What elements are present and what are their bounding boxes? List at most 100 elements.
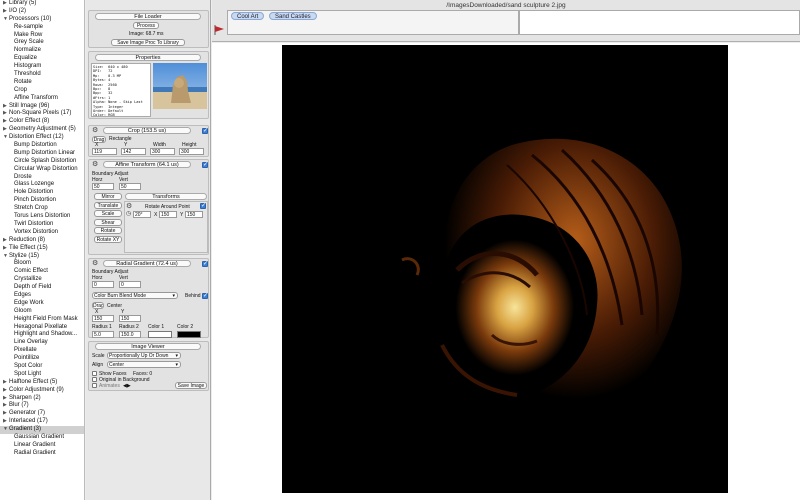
tree-item[interactable]: Histogram [0, 63, 84, 71]
original-bg-checkbox[interactable] [92, 377, 97, 382]
scale-select[interactable]: Proportionally Up Or Down ▾ [107, 352, 181, 359]
tree-item[interactable]: Spot Light [0, 371, 84, 379]
tree-category[interactable]: ▼Gradient (3) [0, 426, 84, 434]
tree-category[interactable]: ▶ Non-Square Pixels (17) [0, 110, 84, 118]
animates-checkbox[interactable] [92, 383, 97, 388]
tree-item[interactable]: Spot Color [0, 363, 84, 371]
tree-item[interactable]: Line Overlay [0, 339, 84, 347]
tree-item[interactable]: Circle Splash Distortion [0, 158, 84, 166]
radial-drag-button[interactable]: Drag [92, 302, 104, 309]
step-arrows-icon[interactable]: ◀▶ [123, 383, 131, 389]
save-image-button[interactable]: Save Image [175, 382, 207, 389]
tree-category[interactable]: ▶ Reduction (8) [0, 237, 84, 245]
vert-field[interactable]: 50 [119, 183, 141, 190]
tree-item[interactable]: Edge Work [0, 300, 84, 308]
radial-enabled-checkbox[interactable] [202, 260, 208, 267]
horz-field[interactable]: 50 [92, 183, 114, 190]
tree-category[interactable]: ▶ Color Adjustment (9) [0, 387, 84, 395]
vert-field[interactable]: 0 [119, 281, 141, 288]
transform-button[interactable]: Rotate [94, 227, 122, 234]
gear-icon[interactable]: ⚙ [92, 127, 99, 134]
tree-item[interactable]: Hexagonal Pixellate [0, 324, 84, 332]
center-y-field[interactable]: 150 [119, 315, 141, 322]
center-x-field[interactable]: 150 [92, 315, 114, 322]
gear-icon[interactable]: ⚙ [92, 161, 99, 168]
gear-icon[interactable]: ⚙ [92, 260, 99, 267]
tag-field[interactable]: Cool Art Sand Castles [227, 10, 519, 35]
flag-icon[interactable] [214, 24, 225, 36]
tree-item[interactable]: Vortex Distortion [0, 229, 84, 237]
tree-item[interactable]: Gloom [0, 308, 84, 316]
tree-category[interactable]: ▶ Tile Effect (15) [0, 245, 84, 253]
tree-category[interactable]: ▼Distortion Effect (12) [0, 134, 84, 142]
radius1-field[interactable]: 5.0 [92, 331, 114, 338]
tree-item[interactable]: Affine Transform [0, 95, 84, 103]
tree-item[interactable]: Glass Lozenge [0, 181, 84, 189]
color1-well[interactable] [148, 331, 172, 338]
tree-item[interactable]: Grey Scale [0, 39, 84, 47]
angle-field[interactable]: 20° [133, 211, 151, 218]
tree-item[interactable]: Crystallize [0, 276, 84, 284]
processor-tree-sidebar[interactable]: ▶ Library (5) ▶ I/O (2) ▼Processors (10) Re-s… [0, 0, 85, 500]
transform-button[interactable]: Scale [94, 210, 122, 217]
tree-category[interactable]: ▶ Color Effect (8) [0, 118, 84, 126]
tree-category[interactable]: ▶ Geometry Adjustment (5) [0, 126, 84, 134]
crop-value-field[interactable]: 300 [179, 148, 204, 155]
tree-item[interactable]: Twirl Distortion [0, 221, 84, 229]
rotate-y-field[interactable]: 150 [185, 211, 203, 218]
tree-item[interactable]: Torus Lens Distortion [0, 213, 84, 221]
color2-well[interactable] [177, 331, 201, 338]
tree-item[interactable]: Rotate [0, 79, 84, 87]
tree-item[interactable]: Normalize [0, 47, 84, 55]
affine-enabled-checkbox[interactable] [202, 161, 208, 168]
crop-enabled-checkbox[interactable] [202, 127, 208, 134]
angle-dial-icon[interactable]: ◷ [126, 211, 133, 218]
tree-category[interactable]: ▶ Interlaced (17) [0, 418, 84, 426]
rotate-x-field[interactable]: 150 [159, 211, 177, 218]
tree-item[interactable]: Threshold [0, 71, 84, 79]
tree-item[interactable]: Droste [0, 174, 84, 182]
rotate-enabled-checkbox[interactable] [200, 202, 206, 209]
tree-item[interactable]: Bump Distortion [0, 142, 84, 150]
behind-checkbox[interactable] [202, 292, 208, 299]
tree-item[interactable]: Radial Gradient [0, 450, 84, 458]
tree-category[interactable]: ▶ Generator (7) [0, 410, 84, 418]
tree-item[interactable]: Gaussian Gradient [0, 434, 84, 442]
tree-item[interactable]: Bump Distortion Linear [0, 150, 84, 158]
align-select[interactable]: Center ▾ [107, 361, 181, 368]
process-button[interactable]: Process [133, 22, 159, 29]
transform-button[interactable]: Rotate XY [94, 235, 122, 243]
tree-category[interactable]: ▶ Halftone Effect (5) [0, 379, 84, 387]
tree-item[interactable]: Make Row [0, 32, 84, 40]
tree-item[interactable]: Pixellate [0, 347, 84, 355]
blend-mode-select[interactable]: Color Burn Blend Mode ▾ [92, 292, 178, 299]
tree-category[interactable]: ▶ Library (5) [0, 0, 84, 8]
tree-item[interactable]: Circular Wrap Distortion [0, 166, 84, 174]
tree-item[interactable]: Depth of Field [0, 284, 84, 292]
crop-value-field[interactable]: 119 [92, 148, 117, 155]
tree-item[interactable]: Hole Distortion [0, 189, 84, 197]
tree-item[interactable]: Edges [0, 292, 84, 300]
gear-icon[interactable]: ⚙ [126, 203, 133, 210]
crop-value-field[interactable]: 300 [150, 148, 175, 155]
tree-item[interactable]: Re-sample [0, 24, 84, 32]
tree-item[interactable]: Bloom [0, 260, 84, 268]
save-to-library-button[interactable]: Save Image Proc To Library [111, 39, 185, 46]
tree-item[interactable]: Linear Gradient [0, 442, 84, 450]
show-faces-checkbox[interactable] [92, 371, 97, 376]
transform-button[interactable]: Shear [94, 218, 122, 226]
tree-item[interactable]: Stretch Crop [0, 205, 84, 213]
transform-button[interactable]: Mirror [94, 193, 122, 200]
tag-token[interactable]: Cool Art [231, 12, 265, 20]
tree-item[interactable]: Height Field From Mask [0, 316, 84, 324]
tree-category[interactable]: ▶ I/O (2) [0, 8, 84, 16]
tree-category[interactable]: ▶ Sharpen (2) [0, 395, 84, 403]
tree-item[interactable]: Highlight and Shadow... [0, 331, 84, 339]
tree-category[interactable]: ▶ Blur (7) [0, 402, 84, 410]
notes-field[interactable] [519, 10, 800, 35]
tag-token[interactable]: Sand Castles [269, 12, 317, 20]
horz-field[interactable]: 0 [92, 281, 114, 288]
tree-category[interactable]: ▼Stylize (15) [0, 253, 84, 261]
tree-item[interactable]: Equalize [0, 55, 84, 63]
tree-item[interactable]: Crop [0, 87, 84, 95]
